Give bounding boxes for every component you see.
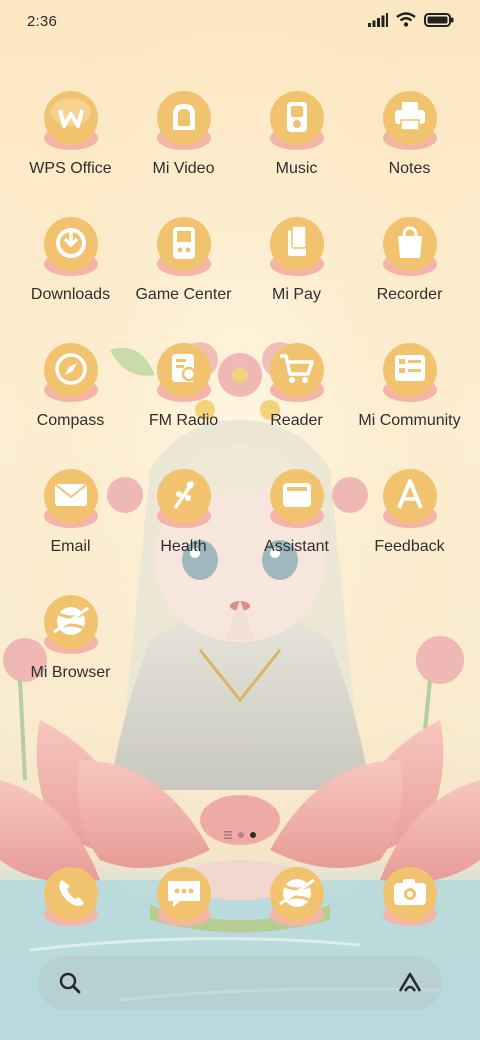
app-label: Email xyxy=(50,538,91,555)
mi-browser-icon xyxy=(44,595,98,654)
page-dot-2-active xyxy=(250,832,256,838)
app-health[interactable]: Health xyxy=(127,468,240,578)
app-label: Reader xyxy=(270,412,323,429)
health-icon xyxy=(157,469,211,528)
status-icons xyxy=(368,12,454,27)
app-game-center[interactable]: Game Center xyxy=(127,216,240,326)
app-drawer-icon xyxy=(224,831,232,839)
status-bar: 2:36 xyxy=(0,0,480,44)
app-feedback[interactable]: Feedback xyxy=(353,468,466,578)
messages-icon xyxy=(157,867,211,926)
app-label: Mi Pay xyxy=(272,286,321,303)
app-assistant[interactable]: Assistant xyxy=(240,468,353,578)
app-label: WPS Office xyxy=(29,160,112,177)
reader-icon xyxy=(270,343,324,402)
app-label: Downloads xyxy=(30,286,111,303)
app-mi-community[interactable]: Mi Community xyxy=(353,342,466,452)
assistant-icon xyxy=(270,469,324,528)
app-mi-video[interactable]: Mi Video xyxy=(127,90,240,200)
app-notes[interactable]: Notes xyxy=(353,90,466,200)
app-email[interactable]: Email xyxy=(14,468,127,578)
signal-icon xyxy=(368,12,388,27)
page-dot-1 xyxy=(238,832,244,838)
search-bar[interactable] xyxy=(38,956,442,1010)
wifi-icon xyxy=(396,12,416,27)
wps-icon xyxy=(44,91,98,150)
app-label: Feedback xyxy=(374,538,445,555)
app-music[interactable]: Music xyxy=(240,90,353,200)
app-label: Recorder xyxy=(376,286,443,303)
app-label: Mi Browser xyxy=(30,664,111,681)
page-indicator[interactable] xyxy=(200,828,280,842)
app-label: Music xyxy=(275,160,318,177)
music-icon xyxy=(270,91,324,150)
app-label: Mi Community xyxy=(358,412,461,429)
app-label: Health xyxy=(160,538,207,555)
compass-icon xyxy=(44,343,98,402)
browser-icon xyxy=(270,867,324,926)
mi-pay-icon xyxy=(270,217,324,276)
app-downloads[interactable]: Downloads xyxy=(14,216,127,326)
battery-icon xyxy=(424,12,454,27)
assistant-a-icon[interactable] xyxy=(396,971,424,995)
app-label: Game Center xyxy=(135,286,232,303)
app-mi-browser[interactable]: Mi Browser xyxy=(14,594,127,704)
game-center-icon xyxy=(157,217,211,276)
app-label: FM Radio xyxy=(148,412,219,429)
mi-video-icon xyxy=(157,91,211,150)
recorder-icon xyxy=(383,217,437,276)
fm-radio-icon xyxy=(157,343,211,402)
downloads-icon xyxy=(44,217,98,276)
app-label: Assistant xyxy=(264,538,329,555)
search-icon[interactable] xyxy=(58,971,82,995)
app-label: Notes xyxy=(388,160,431,177)
app-recorder[interactable]: Recorder xyxy=(353,216,466,326)
app-compass[interactable]: Compass xyxy=(14,342,127,452)
camera-icon xyxy=(383,867,437,926)
app-fm-radio[interactable]: FM Radio xyxy=(127,342,240,452)
dock xyxy=(0,860,480,930)
app-label: Mi Video xyxy=(152,160,215,177)
feedback-icon xyxy=(383,469,437,528)
phone-icon xyxy=(44,867,98,926)
app-mi-pay[interactable]: Mi Pay xyxy=(240,216,353,326)
mi-community-icon xyxy=(383,343,437,402)
app-label: Compass xyxy=(36,412,105,429)
status-time: 2:36 xyxy=(27,13,57,30)
email-icon xyxy=(44,469,98,528)
notes-icon xyxy=(383,91,437,150)
app-reader[interactable]: Reader xyxy=(240,342,353,452)
app-wps-office[interactable]: WPS Office xyxy=(14,90,127,200)
